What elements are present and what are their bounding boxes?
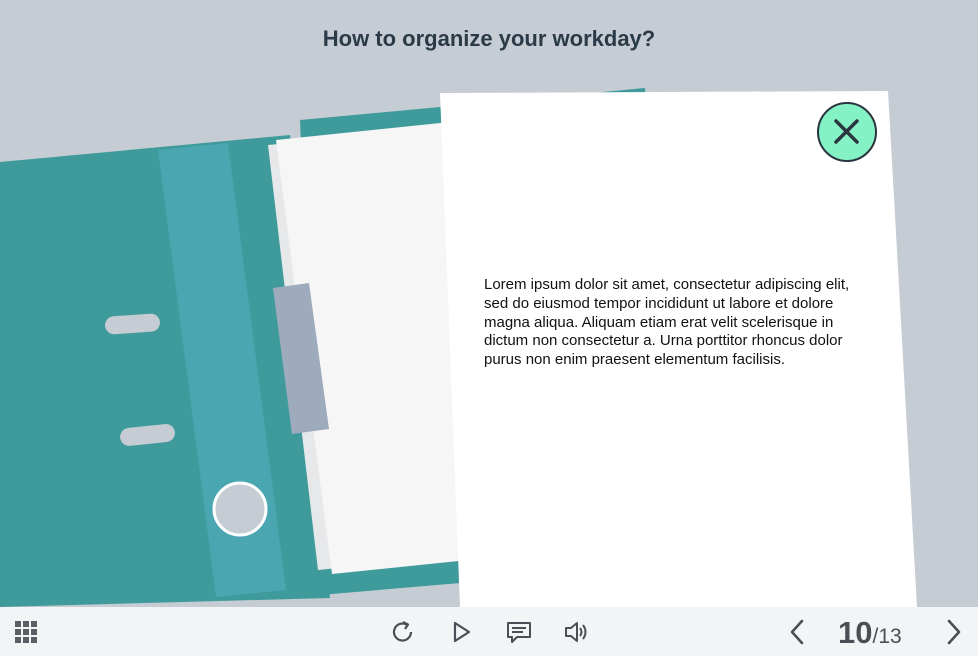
close-button[interactable] (817, 102, 877, 162)
volume-icon (565, 622, 587, 642)
volume-button[interactable] (561, 617, 591, 647)
replay-button[interactable] (388, 617, 418, 647)
play-icon (453, 621, 471, 643)
note-text: Lorem ipsum dolor sit amet, consectetur … (484, 276, 850, 369)
captions-button[interactable] (504, 617, 534, 647)
binder-ring (212, 481, 268, 537)
chevron-left-icon (790, 619, 804, 645)
chevron-right-icon (947, 619, 961, 645)
next-slide-button[interactable] (940, 617, 970, 647)
replay-icon (392, 621, 413, 642)
close-icon (834, 119, 859, 144)
total-slides: /13 (872, 625, 902, 648)
slide-title: How to organize your workday? (322, 26, 656, 51)
captions-icon (507, 622, 531, 643)
slide-counter: 10/13 (838, 615, 902, 650)
current-slide-number: 10 (838, 615, 873, 650)
player-toolbar: 10/13 (0, 607, 978, 656)
binder-hole (105, 313, 160, 335)
slide-stage: How to organize your workday? Lorem ipsu… (0, 0, 978, 607)
grid-menu-icon (15, 621, 37, 643)
menu-button[interactable] (12, 617, 42, 647)
play-button[interactable] (447, 617, 477, 647)
previous-slide-button[interactable] (783, 617, 813, 647)
